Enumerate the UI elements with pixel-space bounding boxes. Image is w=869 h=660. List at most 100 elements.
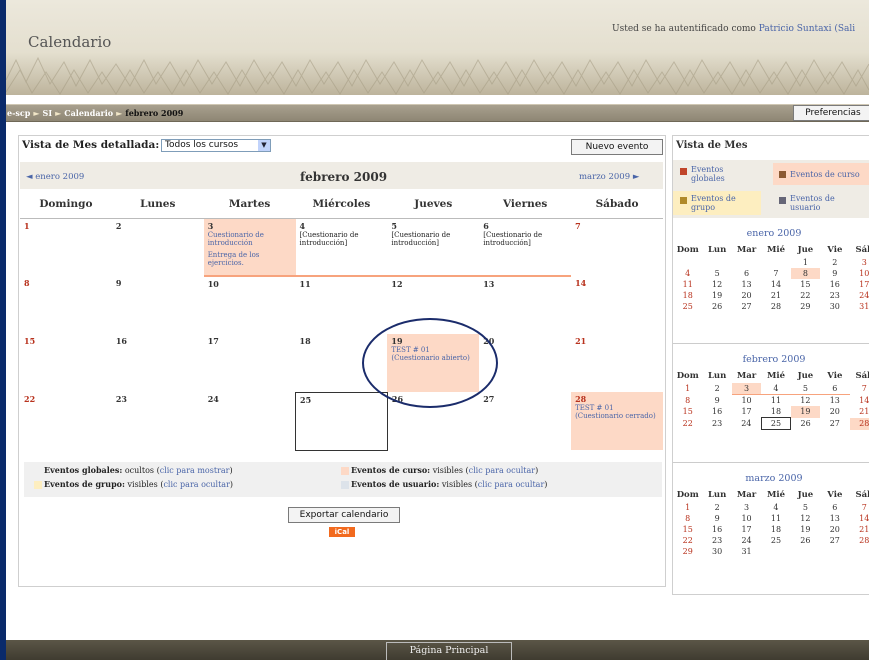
mini-day[interactable]: 17 <box>850 279 869 290</box>
mini-day[interactable]: 1 <box>673 502 702 513</box>
day-cell[interactable]: 2 <box>112 218 204 276</box>
day-number[interactable]: 7 <box>575 222 659 230</box>
legend-course-toggle-link[interactable]: clic para ocultar <box>469 466 535 475</box>
mini-day[interactable]: 30 <box>820 301 849 312</box>
mini-day[interactable]: 30 <box>702 546 731 557</box>
mini-day[interactable]: 8 <box>673 395 702 407</box>
mini-day[interactable]: 17 <box>732 406 761 418</box>
mini-day[interactable]: 27 <box>732 301 761 312</box>
event-link[interactable]: Entrega de los ejercicios. <box>208 251 292 267</box>
mini-day[interactable]: 24 <box>732 418 761 430</box>
user-profile-link[interactable]: Patricio Suntaxi <box>759 24 832 34</box>
day-number[interactable]: 28 <box>575 395 659 403</box>
day-cell[interactable]: 6 [Cuestionario de introducción] <box>479 218 572 277</box>
mini-day[interactable]: 18 <box>761 524 790 535</box>
day-cell[interactable]: 17 <box>204 334 296 392</box>
mini-day[interactable]: 7 <box>850 383 869 395</box>
mini-day[interactable]: 20 <box>820 524 849 535</box>
course-select[interactable]: Todos los cursos ▼ <box>161 139 271 152</box>
legend-global-toggle-link[interactable]: clic para mostrar <box>160 466 230 475</box>
mini-day[interactable]: 14 <box>850 395 869 407</box>
mini-day[interactable]: 5 <box>702 268 731 279</box>
mini-calendar-title[interactable]: marzo 2009 <box>673 470 869 488</box>
mini-day[interactable]: 28 <box>761 301 790 312</box>
mini-day[interactable]: 21 <box>850 406 869 418</box>
mini-day[interactable]: 3 <box>731 383 762 395</box>
mini-day[interactable]: 11 <box>761 513 790 524</box>
mini-day[interactable]: 4 <box>761 383 791 395</box>
mini-day[interactable]: 2 <box>820 257 849 268</box>
mini-day[interactable]: 4 <box>761 502 790 513</box>
sidebar-legend-global[interactable]: Eventos globales <box>680 165 751 183</box>
mini-day[interactable]: 8 <box>790 268 821 279</box>
day-number[interactable]: 13 <box>483 280 567 288</box>
mini-day[interactable]: 4 <box>673 268 702 279</box>
mini-day[interactable]: 10 <box>732 513 761 524</box>
day-number[interactable]: 22 <box>24 395 108 403</box>
day-cell[interactable]: 21 <box>571 334 663 392</box>
mini-day[interactable]: 8 <box>673 513 702 524</box>
mini-day[interactable]: 25 <box>673 301 702 312</box>
event-link[interactable]: TEST # 01 (Cuestionario cerrado) <box>575 404 659 420</box>
mini-day[interactable]: 7 <box>761 268 790 279</box>
day-number[interactable]: 8 <box>24 279 108 287</box>
mini-day[interactable]: 5 <box>790 383 821 395</box>
breadcrumb-item-site[interactable]: e-scp <box>7 108 30 118</box>
mini-day[interactable]: 12 <box>702 279 731 290</box>
mini-day[interactable]: 19 <box>702 290 731 301</box>
logout-link[interactable]: (Sali <box>834 24 855 34</box>
day-cell[interactable]: 3 Cuestionario de introducción Entrega de … <box>203 218 296 277</box>
day-cell[interactable]: 16 <box>112 334 204 392</box>
chevron-down-icon[interactable]: ▼ <box>258 140 270 151</box>
day-number[interactable]: 6 <box>483 222 567 230</box>
mini-day[interactable]: 28 <box>850 535 869 546</box>
mini-day[interactable]: 22 <box>673 535 702 546</box>
mini-day[interactable]: 20 <box>820 406 849 418</box>
mini-day[interactable]: 17 <box>732 524 761 535</box>
mini-day[interactable]: 5 <box>791 502 820 513</box>
mini-day[interactable]: 3 <box>850 257 869 268</box>
day-number[interactable]: 3 <box>208 222 292 230</box>
mini-day[interactable]: 12 <box>791 395 820 407</box>
breadcrumb-item-calendar[interactable]: Calendario <box>64 108 113 118</box>
mini-day[interactable]: 15 <box>673 406 702 418</box>
day-number[interactable]: 14 <box>575 279 659 287</box>
mini-day[interactable]: 27 <box>820 535 849 546</box>
day-cell-today[interactable]: 25 <box>295 391 388 451</box>
mini-day[interactable]: 11 <box>673 279 702 290</box>
mini-day[interactable]: 31 <box>850 301 869 312</box>
sidebar-legend-group[interactable]: Eventos de grupo <box>680 194 751 212</box>
sidebar-legend-course[interactable]: Eventos de curso <box>779 170 860 179</box>
mini-day[interactable]: 19 <box>790 406 821 418</box>
day-cell[interactable]: 22 <box>20 392 112 450</box>
mini-day[interactable]: 13 <box>820 513 849 524</box>
day-number[interactable]: 15 <box>24 337 108 345</box>
day-cell[interactable]: 24 <box>204 392 296 450</box>
mini-day[interactable]: 31 <box>732 546 761 557</box>
mini-day[interactable]: 20 <box>732 290 761 301</box>
day-cell[interactable]: 4 [Cuestionario de introducción] <box>295 218 388 277</box>
mini-day[interactable]: 9 <box>702 513 731 524</box>
mini-day[interactable]: 11 <box>761 395 790 407</box>
next-month-link[interactable]: marzo 2009 ► <box>579 172 639 182</box>
mini-day[interactable]: 26 <box>791 535 820 546</box>
mini-day[interactable]: 18 <box>761 406 790 418</box>
mini-day[interactable]: 25 <box>761 535 790 546</box>
event-link[interactable]: Cuestionario de introducción <box>208 231 292 247</box>
day-cell[interactable]: 9 <box>112 276 204 334</box>
legend-user-toggle-link[interactable]: clic para ocultar <box>478 480 544 489</box>
mini-day[interactable]: 2 <box>702 383 731 395</box>
day-number[interactable]: 16 <box>116 337 200 345</box>
mini-day-today[interactable]: 25 <box>760 417 792 430</box>
mini-day[interactable]: 15 <box>673 524 702 535</box>
day-cell[interactable]: 7 <box>571 218 663 276</box>
prev-month-link[interactable]: ◄ enero 2009 <box>26 172 84 182</box>
sidebar-legend-user[interactable]: Eventos de usuario <box>779 194 850 212</box>
mini-day[interactable]: 10 <box>850 268 869 279</box>
export-calendar-button[interactable]: Exportar calendario <box>288 507 400 523</box>
mini-day[interactable]: 1 <box>673 383 702 395</box>
mini-day[interactable]: 16 <box>702 524 731 535</box>
mini-day[interactable]: 26 <box>702 301 731 312</box>
day-number[interactable]: 10 <box>208 280 292 288</box>
day-number[interactable]: 5 <box>391 222 475 230</box>
